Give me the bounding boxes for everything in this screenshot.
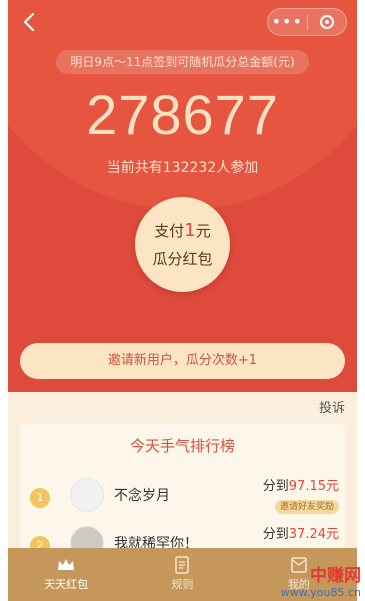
user-name: 不念岁月 bbox=[114, 488, 170, 504]
more-dots-icon: ••• bbox=[271, 12, 303, 31]
report-link[interactable]: 投诉 bbox=[319, 400, 345, 418]
target-icon bbox=[319, 15, 334, 29]
invite-reward-badge: 邀请好友奖励 bbox=[274, 500, 339, 514]
share-value: 37.24元 bbox=[288, 527, 339, 542]
pay-prefix: 支付 bbox=[154, 222, 185, 240]
share-amount: 分到37.24元 bbox=[263, 526, 339, 544]
share-value: 97.15元 bbox=[288, 479, 339, 494]
pay-amount-line: 支付1元 bbox=[135, 221, 230, 241]
total-amount: 278677 bbox=[86, 83, 279, 146]
pay-split-label: 瓜分红包 bbox=[152, 250, 213, 268]
watermark-url: www.you85.cn bbox=[280, 586, 361, 599]
tab-label: 规则 bbox=[171, 578, 194, 591]
pay-suffix: 元 bbox=[195, 222, 211, 240]
ranking-row: 1 不念岁月 分到97.15元 邀请好友奖励 bbox=[20, 474, 345, 524]
watermark-title: 中赚网 bbox=[310, 566, 361, 586]
site-watermark: 中赚网 www.you85.cn bbox=[281, 566, 361, 599]
hero-panel: ••• 明日9点～11点签到可随机瓜分总金额(元) 278677 当前共有132… bbox=[8, 0, 357, 392]
tab-daily-redpacket[interactable]: 天天红包 bbox=[8, 548, 124, 601]
invite-new-user-button[interactable]: 邀请新用户，瓜分次数+1 bbox=[20, 343, 345, 379]
rank-medal: 1 bbox=[30, 488, 50, 508]
document-icon bbox=[175, 556, 190, 574]
tab-label: 天天红包 bbox=[44, 578, 89, 591]
signin-notice: 明日9点～11点签到可随机瓜分总金额(元) bbox=[56, 50, 309, 74]
avatar bbox=[70, 478, 104, 512]
pay-split-button[interactable]: 支付1元 瓜分红包 bbox=[135, 197, 230, 292]
mini-program-capsule: ••• bbox=[267, 8, 347, 36]
crown-icon bbox=[58, 559, 75, 570]
share-prefix: 分到 bbox=[262, 479, 289, 494]
tab-rules[interactable]: 规则 bbox=[124, 548, 240, 601]
close-miniprogram-button[interactable] bbox=[308, 9, 347, 35]
pay-amount: 1 bbox=[184, 220, 196, 241]
participants-count: 当前共有132232人参加 bbox=[106, 160, 259, 176]
phone-screen: ••• 明日9点～11点签到可随机瓜分总金额(元) 278677 当前共有132… bbox=[8, 0, 357, 601]
more-button[interactable]: ••• bbox=[268, 9, 307, 35]
back-arrow-icon[interactable] bbox=[18, 10, 42, 34]
share-amount: 分到97.15元 bbox=[263, 478, 339, 496]
share-prefix: 分到 bbox=[262, 527, 289, 542]
ranking-title: 今天手气排行榜 bbox=[129, 437, 235, 455]
